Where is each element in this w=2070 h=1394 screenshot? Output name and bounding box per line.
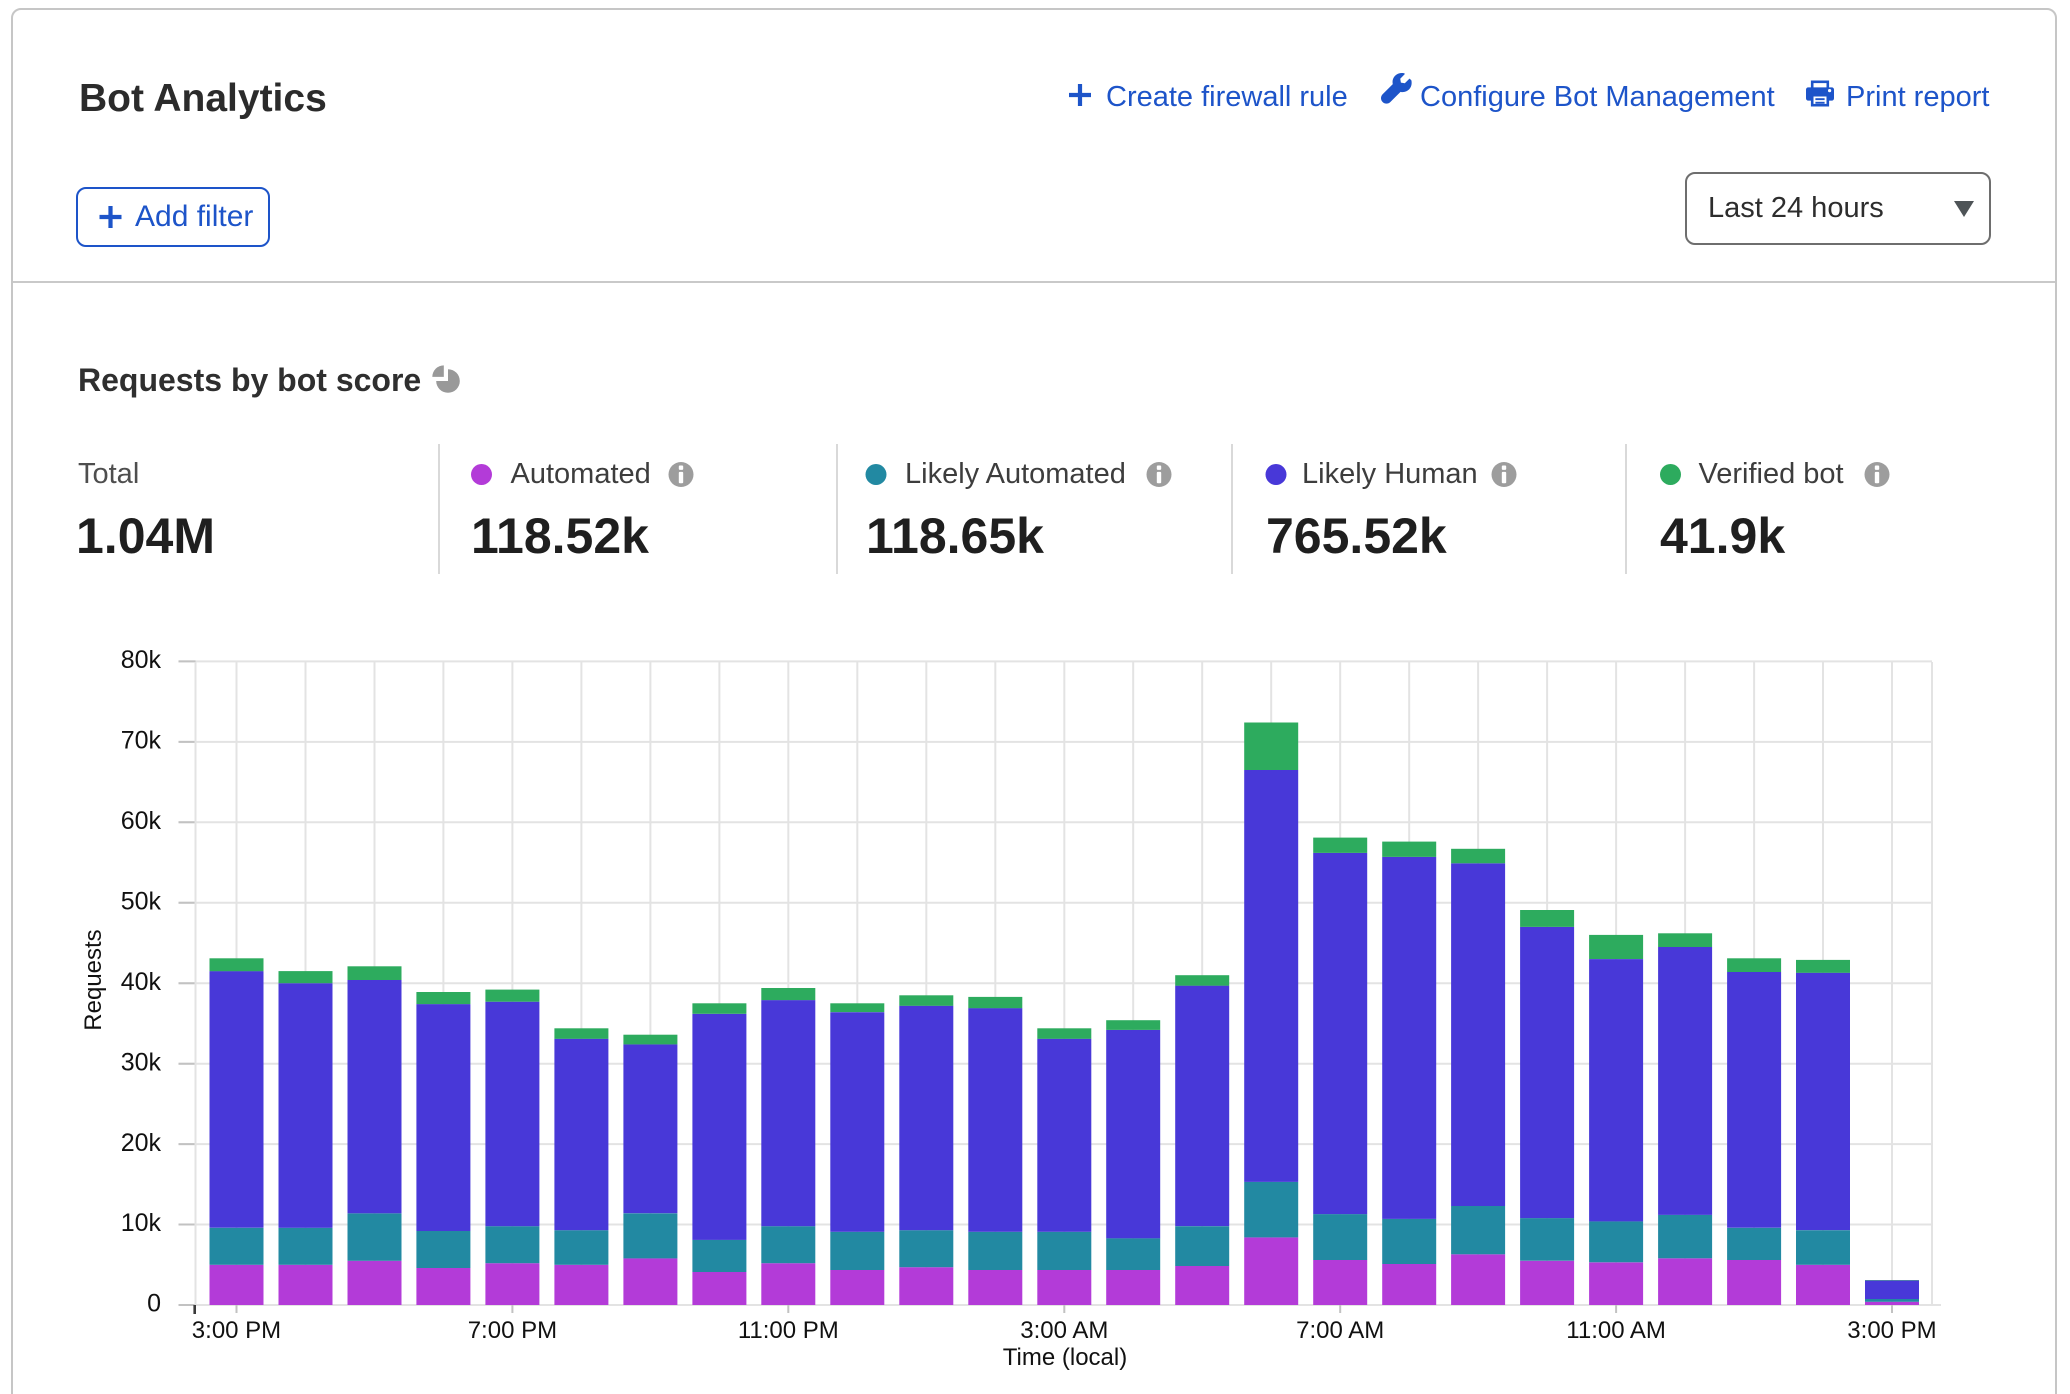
svg-text:60k: 60k (121, 807, 162, 835)
svg-text:3:00 PM: 3:00 PM (192, 1317, 281, 1344)
svg-text:3:00 PM: 3:00 PM (1847, 1317, 1936, 1344)
svg-text:30k: 30k (121, 1048, 162, 1076)
svg-text:50k: 50k (121, 888, 162, 916)
svg-text:20k: 20k (121, 1129, 162, 1157)
svg-text:7:00 AM: 7:00 AM (1296, 1317, 1384, 1344)
svg-text:70k: 70k (121, 727, 162, 755)
svg-text:3:00 AM: 3:00 AM (1020, 1317, 1108, 1344)
svg-text:80k: 80k (121, 646, 162, 674)
svg-text:11:00 AM: 11:00 AM (1566, 1317, 1666, 1344)
svg-text:10k: 10k (121, 1209, 162, 1237)
svg-text:11:00 PM: 11:00 PM (738, 1317, 839, 1344)
svg-text:7:00 PM: 7:00 PM (468, 1317, 557, 1344)
svg-text:0: 0 (147, 1290, 161, 1318)
svg-text:Requests: Requests (80, 929, 107, 1030)
svg-text:Time (local): Time (local) (1003, 1344, 1127, 1371)
svg-text:40k: 40k (121, 968, 162, 996)
